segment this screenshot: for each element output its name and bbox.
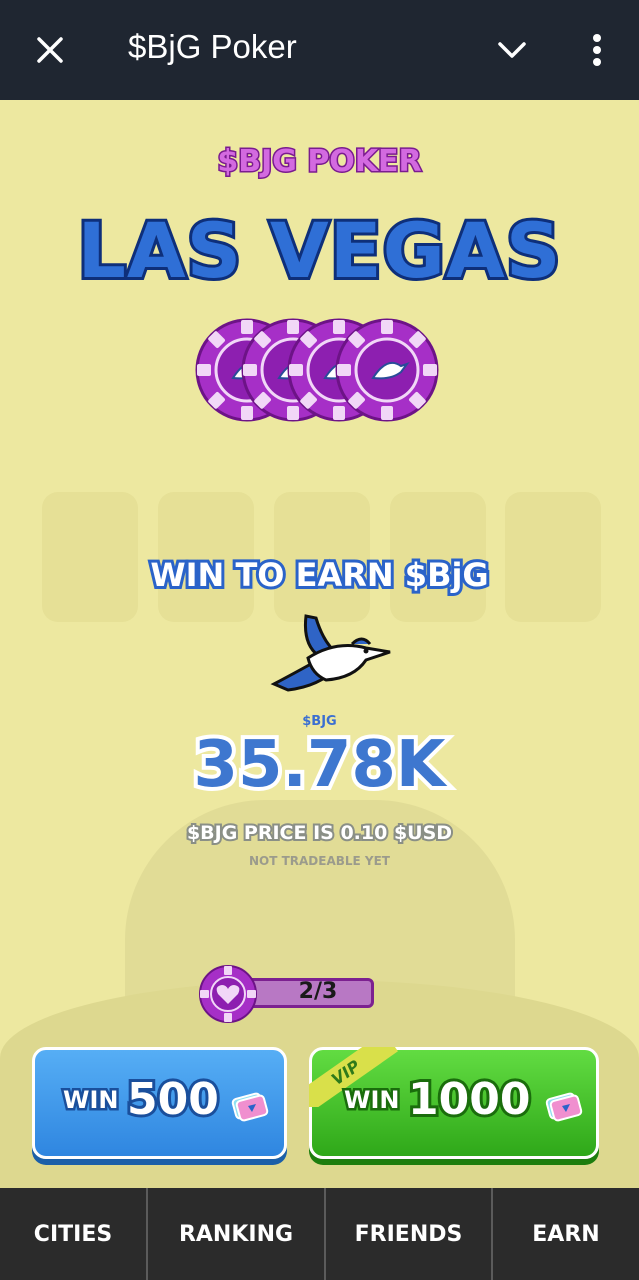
tab-friends[interactable]: FRIENDS bbox=[326, 1188, 493, 1280]
win-label: WIN bbox=[61, 1084, 121, 1117]
close-icon[interactable] bbox=[30, 30, 70, 70]
chevron-down-icon[interactable] bbox=[492, 30, 532, 70]
game-area: $BJG POKER LAS VEGAS WIN TO EARN $BjG $B… bbox=[0, 100, 639, 1188]
poker-chip-icon bbox=[195, 318, 439, 422]
tradeable-note: NOT TRADEABLE YET bbox=[248, 854, 390, 868]
window-title: $BjG Poker bbox=[128, 28, 297, 65]
token-balance: 35.78K bbox=[189, 724, 449, 806]
app-header: $BjG Poker bbox=[0, 0, 639, 100]
city-title: LAS VEGAS bbox=[74, 203, 563, 298]
tab-ranking[interactable]: RANKING bbox=[148, 1188, 326, 1280]
ticket-icon bbox=[545, 1092, 583, 1122]
tab-earn[interactable]: EARN bbox=[493, 1188, 639, 1280]
win-amount: 1000 bbox=[405, 1071, 533, 1128]
token-label: $BJG bbox=[302, 714, 337, 729]
blue-jay-icon bbox=[270, 614, 391, 692]
price-text: $BJG PRICE IS 0.10 $USD bbox=[185, 820, 454, 846]
win-500-button[interactable]: WIN 500 bbox=[32, 1047, 287, 1159]
lives-count: 2/3 bbox=[298, 979, 338, 1004]
ticket-icon bbox=[231, 1092, 269, 1122]
heart-chip-icon bbox=[199, 965, 257, 1023]
brand-logo-text: $BJG POKER bbox=[216, 143, 423, 181]
tab-cities[interactable]: CITIES bbox=[0, 1188, 148, 1280]
win-amount: 500 bbox=[124, 1071, 222, 1128]
more-vertical-icon[interactable] bbox=[580, 30, 614, 70]
win-label: WIN bbox=[342, 1084, 402, 1117]
lives-counter: 2/3 bbox=[198, 964, 380, 1024]
earn-banner: WIN TO EARN $BjG bbox=[147, 553, 491, 597]
bottom-tab-bar: CITIES RANKING FRIENDS EARN bbox=[0, 1188, 639, 1280]
win-1000-vip-button[interactable]: VIP WIN 1000 bbox=[309, 1047, 599, 1159]
